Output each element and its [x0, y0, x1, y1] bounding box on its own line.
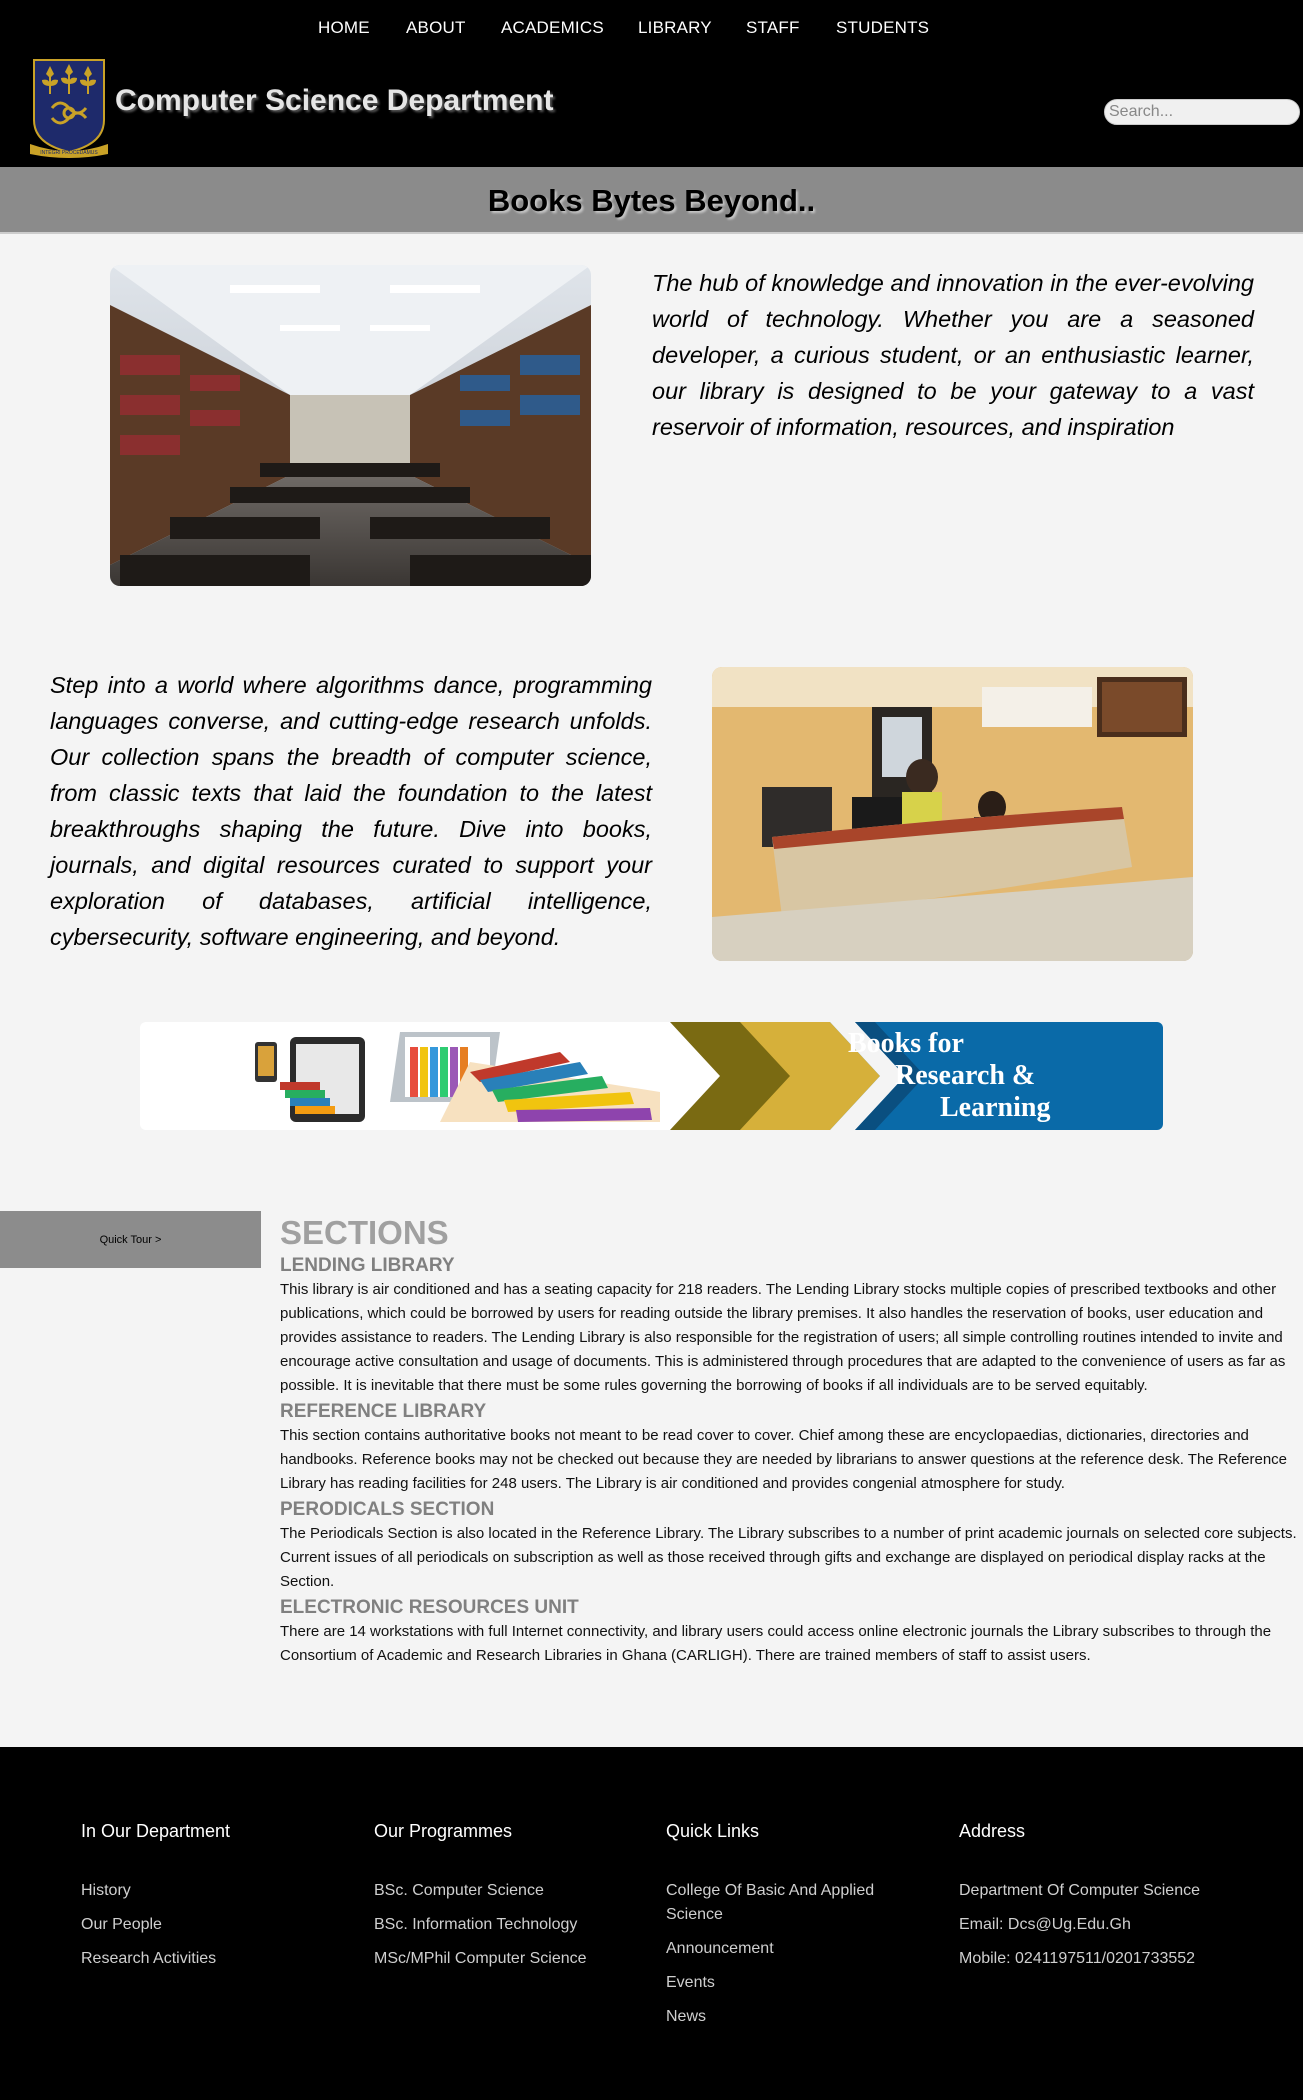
- footer-link-msc-cs[interactable]: MSc/MPhil Computer Science: [374, 1947, 624, 1971]
- crest-icon: INTEGRI PROCEDAMUS: [30, 59, 108, 158]
- library-reading-room-photo: [110, 265, 591, 586]
- footer-link-news[interactable]: News: [666, 2005, 916, 2029]
- sections-heading: SECTIONS: [280, 1214, 449, 1251]
- section-title-reference: REFERENCE LIBRARY: [280, 1401, 487, 1422]
- footer-address-column: Address Department Of Computer Science E…: [959, 1819, 1259, 1981]
- university-crest-logo[interactable]: INTEGRI PROCEDAMUS: [30, 58, 108, 160]
- tagline-banner: Books Bytes Beyond..: [0, 167, 1303, 234]
- footer-address-title: Address: [959, 1821, 1026, 1841]
- nav-staff[interactable]: STAFF: [746, 18, 800, 38]
- page-tagline: Books Bytes Beyond..: [487, 183, 816, 218]
- books-for-research-banner[interactable]: Books for Research & Learning: [140, 1022, 1163, 1130]
- site-title: Computer Science Department: [115, 84, 554, 117]
- footer-link-announcement[interactable]: Announcement: [666, 1937, 916, 1961]
- section-body-lending: This library is air conditioned and has …: [280, 1281, 1286, 1394]
- footer-department-column: In Our Department History Our People Res…: [81, 1819, 331, 1981]
- nav-library[interactable]: LIBRARY: [638, 18, 712, 38]
- library-front-desk-photo: [712, 667, 1193, 961]
- nav-academics[interactable]: ACADEMICS: [501, 18, 604, 38]
- footer-quick-links-title: Quick Links: [666, 1821, 760, 1841]
- nav-about[interactable]: ABOUT: [406, 18, 466, 38]
- site-header: HOME ABOUT ACADEMICS LIBRARY STAFF STUDE…: [0, 0, 1303, 167]
- footer-address-email[interactable]: Email: Dcs@Ug.Edu.Gh: [959, 1913, 1259, 1937]
- quick-tour-button[interactable]: Quick Tour >: [0, 1211, 261, 1268]
- footer-programmes-column: Our Programmes BSc. Computer Science BSc…: [374, 1819, 624, 1981]
- section-title-periodicals: PERODICALS SECTION: [280, 1499, 495, 1520]
- footer-link-college[interactable]: College Of Basic And Applied Science: [666, 1879, 916, 1927]
- main-nav: HOME ABOUT ACADEMICS LIBRARY STAFF STUDE…: [0, 18, 1303, 42]
- svg-text:Research &: Research &: [895, 1060, 1035, 1091]
- section-title-electronic: ELECTRONIC RESOURCES UNIT: [280, 1597, 579, 1618]
- search-input[interactable]: [1104, 99, 1300, 125]
- section-body-electronic: There are 14 workstations with full Inte…: [280, 1623, 1272, 1664]
- footer-department-title: In Our Department: [81, 1821, 231, 1841]
- footer-address-phone: Mobile: 0241197511/0201733552: [959, 1950, 1196, 1967]
- footer-quick-links-column: Quick Links College Of Basic And Applied…: [666, 1819, 916, 2039]
- footer-address-department: Department Of Computer Science: [959, 1882, 1200, 1899]
- footer-link-our-people[interactable]: Our People: [81, 1913, 331, 1937]
- library-sections: SECTIONS LENDING LIBRARY This library is…: [280, 1213, 1303, 1670]
- nav-home[interactable]: HOME: [318, 18, 370, 38]
- section-body-reference: This section contains authoritative book…: [280, 1427, 1288, 1492]
- section-body-periodicals: The Periodicals Section is also located …: [280, 1525, 1297, 1590]
- footer-programmes-title: Our Programmes: [374, 1821, 513, 1841]
- footer-link-bsc-it[interactable]: BSc. Information Technology: [374, 1913, 624, 1937]
- footer-link-history[interactable]: History: [81, 1879, 331, 1903]
- nav-students[interactable]: STUDENTS: [836, 18, 929, 38]
- intro-paragraph-1: The hub of knowledge and innovation in t…: [652, 270, 1254, 440]
- svg-text:Learning: Learning: [940, 1092, 1050, 1123]
- footer-link-bsc-cs[interactable]: BSc. Computer Science: [374, 1879, 624, 1903]
- section-title-lending: LENDING LIBRARY: [280, 1255, 455, 1276]
- svg-text:Books for: Books for: [848, 1028, 964, 1059]
- intro-paragraph-2: Step into a world where algorithms dance…: [50, 672, 652, 950]
- footer-link-research-activities[interactable]: Research Activities: [81, 1947, 331, 1971]
- site-footer: In Our Department History Our People Res…: [0, 1747, 1303, 2100]
- svg-text:INTEGRI PROCEDAMUS: INTEGRI PROCEDAMUS: [40, 150, 98, 156]
- footer-link-events[interactable]: Events: [666, 1971, 916, 1995]
